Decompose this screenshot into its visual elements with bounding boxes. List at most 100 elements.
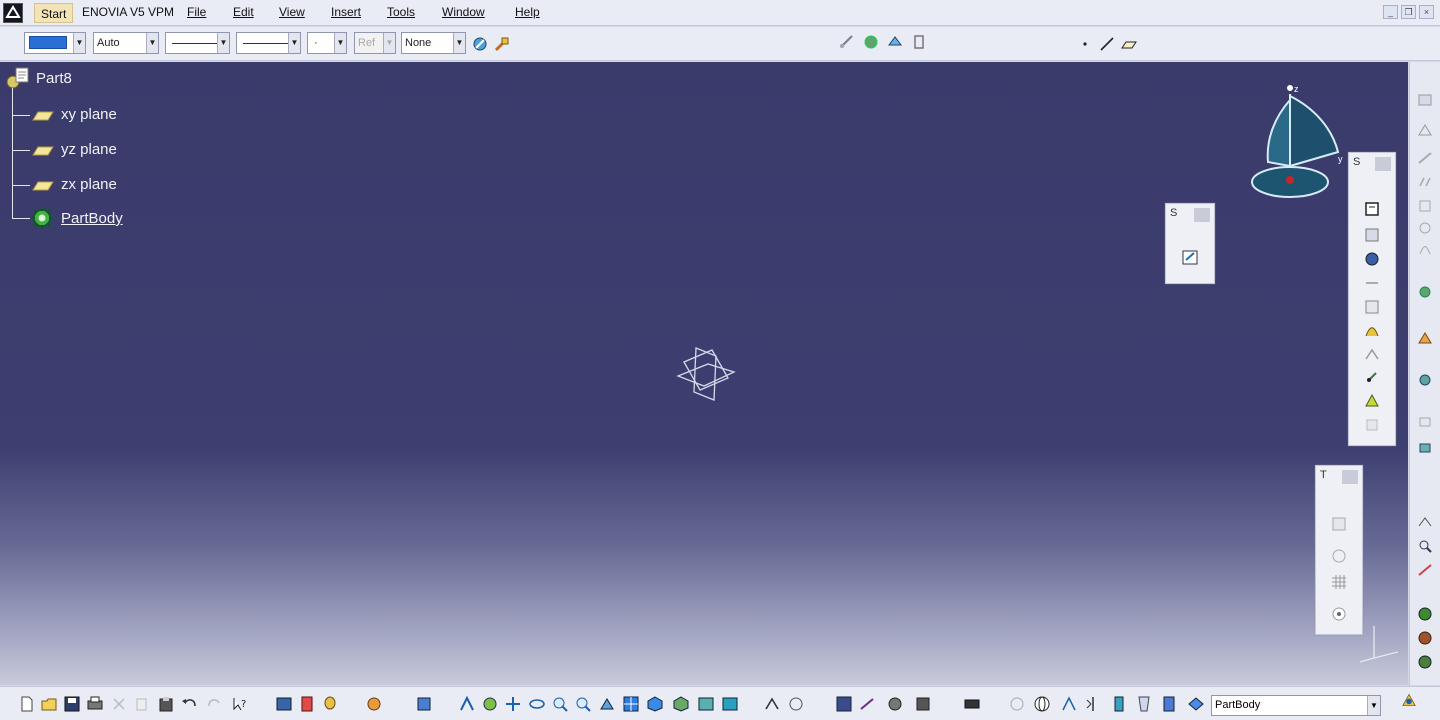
whats-this-help-icon[interactable]: ? [231,695,249,713]
menu-start[interactable]: Start [34,3,74,23]
tree-item-xy-plane[interactable]: xy plane [61,106,117,123]
sketch-icon[interactable] [1180,248,1202,268]
restore-button[interactable]: ❐ [1401,5,1416,19]
point-type-combo[interactable]: · ▼ [307,32,347,54]
annotation-icon[interactable] [1416,514,1434,530]
measure-item-icon[interactable] [862,33,880,51]
display-mode-icon[interactable] [1008,695,1026,713]
shaft-icon[interactable] [1362,249,1384,269]
menu-file[interactable]: File [187,5,206,19]
open-icon[interactable] [40,695,58,713]
plane-icon[interactable] [1120,35,1138,53]
work-object-icon[interactable] [1187,695,1205,713]
current-body-combo[interactable]: PartBody ▼ [1211,695,1381,716]
print-icon[interactable] [86,695,104,713]
navigation-globe-icon[interactable] [1033,695,1051,713]
draft-icon[interactable] [1416,150,1434,166]
3d-viewport[interactable]: Part8 xy plane yz plane zx plane PartBod… [0,62,1408,685]
bulb-icon[interactable] [321,695,339,713]
painter-brush-icon[interactable] [493,35,511,53]
menu-window[interactable]: Window [442,5,485,19]
reframe-icon[interactable] [1060,695,1078,713]
slot-icon[interactable] [1362,345,1384,365]
transformation-icon[interactable] [1416,284,1434,300]
menu-edit[interactable]: Edit [233,5,254,19]
update-all-icon[interactable] [275,695,293,713]
zoom-in-icon[interactable] [551,695,569,713]
measure-icon[interactable] [787,695,805,713]
normal-view-icon[interactable] [598,695,616,713]
paste-icon[interactable] [157,695,175,713]
snap-icon[interactable] [1329,604,1351,624]
catalog-icon[interactable] [886,695,904,713]
thickness-icon[interactable] [1416,198,1434,214]
origin-planes-symbol[interactable] [672,342,740,406]
point-icon[interactable] [1076,35,1094,53]
shading-edges-icon[interactable] [672,695,690,713]
layer-filter-combo[interactable]: Ref ▼ [354,32,396,54]
collaborate-icon[interactable] [858,695,876,713]
compass-icon[interactable] [1244,78,1344,206]
sketcher-analysis-icon[interactable] [763,695,781,713]
publication-icon[interactable] [298,695,316,713]
close-surface-icon[interactable] [1416,440,1434,456]
rotate-icon[interactable] [528,695,546,713]
swap-visible-space-icon[interactable] [721,695,739,713]
split-icon[interactable] [1416,372,1434,388]
isometric-view-icon[interactable] [646,695,664,713]
thread-icon[interactable] [910,33,928,51]
multi-view-icon[interactable] [622,695,640,713]
hide-show-icon[interactable] [697,695,715,713]
material-library-icon[interactable] [1416,630,1434,646]
copy-icon[interactable] [133,695,151,713]
close-icon[interactable] [1194,208,1210,222]
pad-icon[interactable] [1362,199,1384,219]
menu-view[interactable]: View [279,5,305,19]
depth-effect-icon[interactable] [1135,695,1153,713]
menu-insert[interactable]: Insert [331,5,361,19]
redo-icon[interactable] [206,695,224,713]
rib-icon[interactable] [1362,321,1384,341]
pocket-icon[interactable] [1362,225,1384,245]
tree-item-yz-plane[interactable]: yz plane [61,141,117,158]
measure-inertia-icon[interactable] [886,33,904,51]
stiffener-icon[interactable] [1362,367,1384,387]
menu-enovia-v5-vpm[interactable]: ENOVIA V5 VPM [82,5,174,19]
axis-system-icon[interactable] [1329,546,1351,566]
layer-combo[interactable]: None ▼ [401,32,466,54]
knowledge-icon[interactable] [365,695,383,713]
mirror-icon[interactable] [1084,695,1102,713]
workbench-icon[interactable] [1400,691,1418,709]
line-thickness-combo[interactable]: ▼ [165,32,230,54]
catia-app-icon[interactable] [3,3,23,23]
line-type-combo[interactable]: ▼ [236,32,301,54]
close-icon[interactable] [1375,157,1391,171]
menu-tools[interactable]: Tools [387,5,415,19]
menu-help[interactable]: Help [515,5,540,19]
properties-icon[interactable] [914,695,932,713]
save-icon[interactable] [63,695,81,713]
zoom-out-icon[interactable] [574,695,592,713]
part-root-icon[interactable] [4,66,34,92]
groove-icon[interactable] [1362,273,1384,293]
multi-sections-solid-icon[interactable] [1362,391,1384,411]
thread-tap-icon[interactable] [1416,220,1434,236]
apply-material-icon[interactable] [1416,606,1434,622]
update-icon[interactable] [1329,514,1351,534]
render-style-icon[interactable] [1416,654,1434,670]
boolean-icon[interactable] [1416,330,1434,346]
minimize-button[interactable]: _ [1383,5,1398,19]
view-table-icon[interactable] [835,695,853,713]
search-icon[interactable] [1416,538,1434,554]
undo-icon[interactable] [180,695,198,713]
catalog-browser-icon[interactable] [415,695,433,713]
dress-up-fillet-icon[interactable] [1416,92,1434,108]
shell-icon[interactable] [1416,174,1434,190]
fit-all-icon[interactable] [481,695,499,713]
new-icon[interactable] [18,695,36,713]
pan-icon[interactable] [504,695,522,713]
remove-face-icon[interactable] [1416,242,1434,258]
close-icon[interactable] [1342,470,1358,484]
tree-item-partbody[interactable]: PartBody [61,210,123,227]
chamfer-icon[interactable] [1416,122,1434,138]
